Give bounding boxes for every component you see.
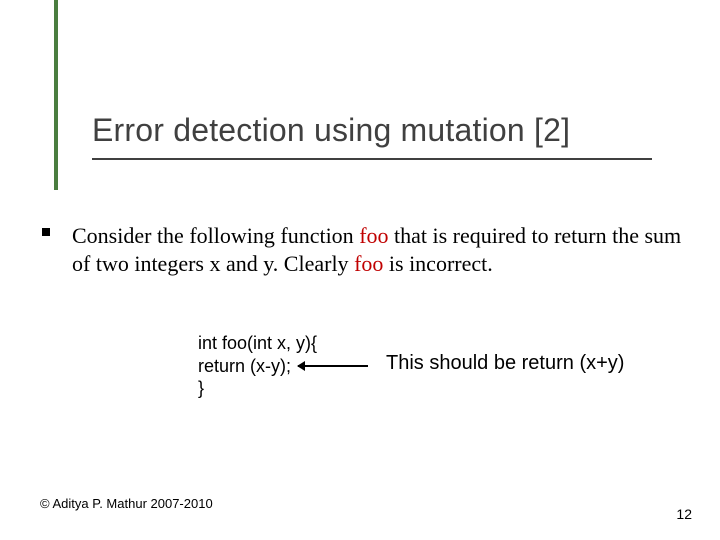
annotation-note: This should be return (x+y) [386,352,624,375]
body-pre1: Consider the following function [72,223,359,248]
code-line-3: } [198,377,317,400]
body-foo1: foo [359,223,388,248]
footer-page-number: 12 [676,506,692,522]
body-text: Consider the following function foo that… [72,222,682,277]
body-foo2: foo [354,251,383,276]
bullet-row: Consider the following function foo that… [42,222,682,277]
title-wrap: Error detection using mutation [2] [92,112,652,149]
footer-copyright: © Aditya P. Mathur 2007-2010 [40,496,213,511]
slide-title: Error detection using mutation [2] [92,112,652,149]
slide: Error detection using mutation [2] Consi… [0,0,720,540]
bullet-icon [42,228,50,236]
title-underline [92,158,652,160]
arrow-icon [298,365,368,367]
code-line-1: int foo(int x, y){ [198,332,317,355]
body-post1: is incorrect. [383,251,492,276]
accent-line [54,0,58,190]
